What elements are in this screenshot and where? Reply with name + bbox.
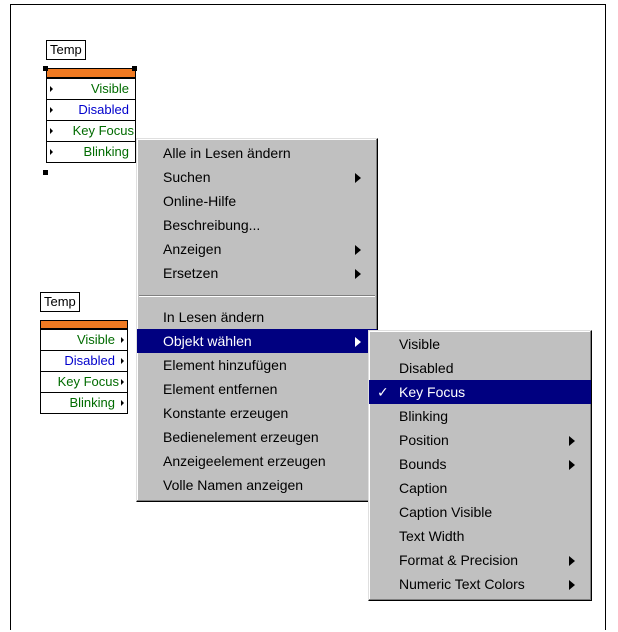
submenu-arrow-icon	[355, 245, 361, 255]
menu-item-label: Volle Namen anzeigen	[163, 477, 304, 493]
menu-item-label: Bedienelement erzeugen	[163, 429, 319, 445]
menu-item-label: Key Focus	[399, 384, 466, 400]
submenu-arrow-icon	[569, 580, 575, 590]
arrow-icon	[121, 358, 124, 364]
submenu-item-numeric-text-colors[interactable]: Numeric Text Colors	[369, 572, 591, 596]
property-node-header	[40, 320, 128, 330]
node1-row-label: Key Focus	[72, 123, 134, 138]
node2-row-label: Key Focus	[57, 374, 119, 389]
submenu-arrow-icon	[569, 460, 575, 470]
menu-separator	[139, 295, 375, 297]
submenu-item-bounds[interactable]: Bounds	[369, 452, 591, 476]
menu-item-anzeigeelement-erzeugen[interactable]: Anzeigeelement erzeugen	[137, 449, 377, 473]
node2-row-label: Disabled	[64, 353, 115, 368]
arrow-icon	[121, 400, 124, 406]
arrow-icon	[121, 337, 124, 343]
property-node-selected[interactable]: Visible Disabled Key Focus Blinking	[46, 68, 136, 163]
submenu-arrow-icon	[569, 556, 575, 566]
menu-item-label: Visible	[399, 336, 440, 352]
submenu-item-caption[interactable]: Caption	[369, 476, 591, 500]
menu-item-volle-namen[interactable]: Volle Namen anzeigen	[137, 473, 377, 497]
menu-item-label: Beschreibung...	[163, 217, 261, 233]
node1-row-visible[interactable]: Visible	[46, 79, 136, 100]
menu-item-label: Disabled	[399, 360, 454, 376]
node2-row-disabled[interactable]: Disabled	[40, 351, 128, 372]
menu-item-label: Konstante erzeugen	[163, 405, 289, 421]
node1-row-label: Visible	[90, 81, 129, 96]
menu-item-label: Element entfernen	[163, 381, 278, 397]
property-node[interactable]: Visible Disabled Key Focus Blinking	[40, 320, 128, 414]
resize-handle[interactable]	[43, 170, 48, 175]
menu-item-label: Caption	[399, 480, 448, 496]
resize-handle[interactable]	[43, 66, 48, 71]
property-node-header	[46, 68, 136, 79]
submenu-item-caption-visible[interactable]: Caption Visible	[369, 500, 591, 524]
checkmark-icon: ✓	[377, 384, 389, 400]
menu-item-label: Blinking	[399, 408, 449, 424]
menu-item-label: In Lesen ändern	[163, 309, 265, 325]
submenu-item-text-width[interactable]: Text Width	[369, 524, 591, 548]
menu-item-ersetzen[interactable]: Ersetzen	[137, 261, 377, 285]
node1-row-blinking[interactable]: Blinking	[46, 142, 136, 163]
node2-row-blinking[interactable]: Blinking	[40, 393, 128, 414]
menu-item-objekt-waehlen[interactable]: Objekt wählen	[137, 329, 377, 353]
node1-row-label: Disabled	[78, 102, 129, 117]
resize-handle[interactable]	[132, 66, 137, 71]
menu-item-label: Ersetzen	[163, 265, 219, 281]
node1-row-label: Blinking	[83, 144, 129, 159]
node2-row-label: Visible	[76, 332, 115, 347]
menu-item-element-hinzufuegen[interactable]: Element hinzufügen	[137, 353, 377, 377]
submenu-item-format-precision[interactable]: Format & Precision	[369, 548, 591, 572]
node2-row-visible[interactable]: Visible	[40, 330, 128, 351]
submenu-arrow-icon	[355, 269, 361, 279]
menu-item-in-lesen-aendern[interactable]: In Lesen ändern	[137, 305, 377, 329]
arrow-icon	[50, 128, 53, 134]
menu-item-label: Bounds	[399, 456, 447, 472]
menu-item-label: Numeric Text Colors	[399, 576, 525, 592]
node2-row-label: Blinking	[69, 395, 115, 410]
menu-item-alle-in-lesen[interactable]: Alle in Lesen ändern	[137, 141, 377, 165]
menu-item-label: Position	[399, 432, 449, 448]
submenu-arrow-icon	[355, 173, 361, 183]
submenu-item-visible[interactable]: Visible	[369, 332, 591, 356]
node1-row-keyfocus[interactable]: Key Focus	[46, 121, 136, 142]
menu-item-label: Element hinzufügen	[163, 357, 287, 373]
menu-item-bedienelement-erzeugen[interactable]: Bedienelement erzeugen	[137, 425, 377, 449]
menu-item-label: Text Width	[399, 528, 465, 544]
arrow-icon	[50, 86, 53, 92]
menu-item-label: Objekt wählen	[163, 333, 252, 349]
menu-item-element-entfernen[interactable]: Element entfernen	[137, 377, 377, 401]
menu-item-label: Caption Visible	[399, 504, 493, 520]
menu-item-label: Anzeigen	[163, 241, 222, 257]
submenu-item-key-focus[interactable]: ✓ Key Focus	[369, 380, 591, 404]
menu-item-label: Format & Precision	[399, 552, 519, 568]
context-menu: Alle in Lesen ändern Suchen Online-Hilfe…	[136, 138, 378, 502]
arrow-icon	[121, 379, 124, 385]
node1-label[interactable]: Temp	[46, 40, 86, 60]
node1-row-disabled[interactable]: Disabled	[46, 100, 136, 121]
menu-item-online-hilfe[interactable]: Online-Hilfe	[137, 189, 377, 213]
submenu-objekt-waehlen: Visible Disabled ✓ Key Focus Blinking Pos…	[368, 330, 592, 601]
submenu-item-disabled[interactable]: Disabled	[369, 356, 591, 380]
submenu-arrow-icon	[355, 337, 361, 347]
arrow-icon	[50, 107, 53, 113]
menu-item-label: Anzeigeelement erzeugen	[163, 453, 326, 469]
submenu-item-blinking[interactable]: Blinking	[369, 404, 591, 428]
node2-label[interactable]: Temp	[40, 292, 80, 312]
menu-item-beschreibung[interactable]: Beschreibung...	[137, 213, 377, 237]
submenu-arrow-icon	[569, 436, 575, 446]
arrow-icon	[50, 149, 53, 155]
menu-item-anzeigen[interactable]: Anzeigen	[137, 237, 377, 261]
node2-row-keyfocus[interactable]: Key Focus	[40, 372, 128, 393]
menu-item-label: Online-Hilfe	[163, 193, 237, 209]
menu-item-label: Suchen	[163, 169, 211, 185]
menu-item-konstante-erzeugen[interactable]: Konstante erzeugen	[137, 401, 377, 425]
menu-item-suchen[interactable]: Suchen	[137, 165, 377, 189]
submenu-item-position[interactable]: Position	[369, 428, 591, 452]
menu-item-label: Alle in Lesen ändern	[163, 145, 291, 161]
